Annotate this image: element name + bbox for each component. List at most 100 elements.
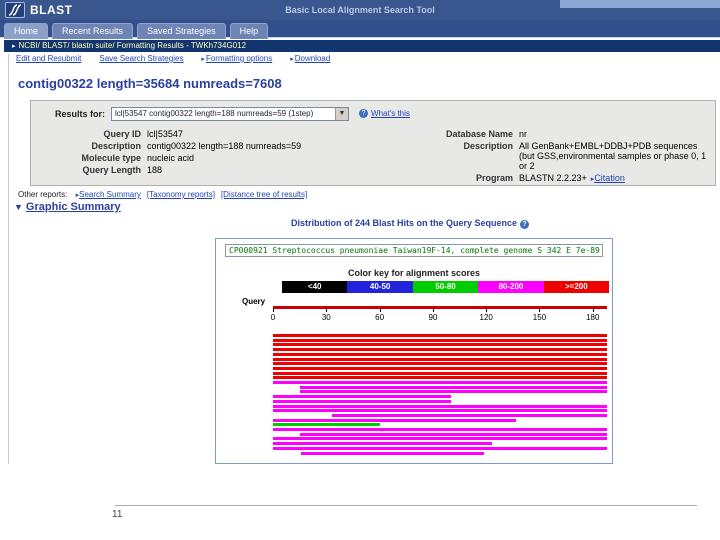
alignment-hit-bar[interactable] [273,371,607,375]
axis-tick-label: 120 [479,313,493,322]
field-value: lcl|53547 [147,129,183,139]
results-for-selected-value: lcl|53547 contig00322 length=188 numread… [115,109,314,118]
alignment-hit-bar[interactable] [273,399,451,403]
hit-readout-box[interactable]: CP000921 Streptococcus pneumoniae Taiwan… [225,244,603,257]
field-value: nr [519,129,528,139]
database-fields: Database Name nr Description All GenBank+EM… [427,129,715,187]
field-row: Molecule type nucleic acid [55,153,301,163]
tab-home[interactable]: Home [4,23,49,39]
field-row: Program BLASTN 2.2.23+ ▸Citation [427,173,715,185]
whats-this-link[interactable]: ? What's this [359,109,410,118]
alignment-graphic: CP000921 Streptococcus pneumoniae Taiwan… [215,238,613,464]
breadcrumb: ▸ NCBI/ BLAST/ blastn suite/ Formatting R… [4,40,720,52]
alignment-hit-bar[interactable] [273,376,607,380]
alignment-hit-bar[interactable] [273,381,607,384]
report-link-distance-tree-of-results[interactable]: [Distance tree of results] [221,190,307,199]
alignment-hit-bar[interactable] [273,334,607,337]
axis-tick-label: 180 [586,313,600,322]
axis-tick-label: 30 [321,313,331,322]
alignment-hit-bar[interactable] [273,352,607,356]
toolbar-link-download[interactable]: ▸Download [290,54,330,63]
alignment-hit-bar[interactable] [273,338,607,342]
alignment-hit-bar[interactable] [273,404,607,408]
color-key-segment: 80-200 [478,281,544,293]
alignment-hit-bar[interactable] [273,418,517,422]
field-row: Query Length 188 [55,165,301,175]
slide-page-number: 11 [112,509,123,520]
axis-tick-label: 60 [375,313,385,322]
arrow-icon: ▸ [201,56,205,63]
alignment-hit-bar[interactable] [301,451,485,455]
alignment-hit-bar[interactable] [273,343,607,347]
results-for-select[interactable]: lcl|53547 contig00322 length=188 numread… [111,106,350,121]
color-key-bar: <40 40-50 50-80 80-200 >=200 [282,281,610,293]
alignment-hit-bar[interactable] [273,395,451,399]
query-ruler [273,306,607,309]
help-icon: ? [359,109,369,118]
toolbar-link-edit-and-resubmit[interactable]: Edit and Resubmit [16,54,81,63]
field-label: Description [91,141,141,151]
report-link-label: [Taxonomy reports] [146,190,215,199]
alignment-hit-bar[interactable] [299,432,607,436]
color-key-segment: 40-50 [347,281,413,293]
report-link-taxonomy-reports[interactable]: [Taxonomy reports] [147,190,215,199]
results-toolbar: Edit and Resubmit Save Search Strategies ▸… [16,54,348,66]
report-link-search-summary[interactable]: ▸Search Summary [76,190,141,199]
graphic-summary-header[interactable]: ▼ Graphic Summary [14,201,121,213]
alignment-hit-bar[interactable] [331,413,607,417]
axis-tick [539,309,541,312]
alignment-hit-bar[interactable] [273,428,607,431]
citation-link-label: Citation [594,173,625,183]
tab-saved-strategies[interactable]: Saved Strategies [137,23,226,39]
axis-tick [592,309,594,312]
alignment-hit-bar[interactable] [273,423,380,427]
alignment-hit-bar[interactable] [273,446,607,450]
field-row: Database Name nr [427,129,715,139]
other-reports-row: Other reports: ▸Search Summary [Taxonomy … [18,190,307,199]
alignment-hit-bar[interactable] [273,437,607,441]
field-row: Description contig00322 length=188 numrea… [55,141,301,151]
page-left-rule [8,54,9,464]
field-row: Query ID lcl|53547 [55,129,301,139]
footer-divider [115,505,697,506]
tab-bar: Home Recent Results Saved Strategies Help [0,20,720,39]
header-subtitle: Basic Local Alignment Search Tool [285,5,435,15]
chevron-down-icon[interactable]: ▼ [335,107,349,120]
color-key-title: Color key for alignment scores [347,268,481,278]
alignment-hit-bar[interactable] [273,362,607,366]
alignment-hit-bar[interactable] [273,442,492,446]
alignment-hit-bar[interactable] [273,357,607,361]
citation-link[interactable]: ▸Citation [591,173,625,185]
tab-help[interactable]: Help [229,23,269,39]
toolbar-link-label: Save Search Strategies [99,54,184,63]
field-label: Database Name [445,129,513,139]
results-for-row: Results for: lcl|53547 contig00322 lengt… [55,106,410,121]
alignment-hit-bar[interactable] [273,409,607,413]
field-label: Program [475,173,513,183]
axis-tick-label: 150 [532,313,547,322]
tab-recent-results[interactable]: Recent Results [52,23,134,39]
toolbar-link-formatting-options[interactable]: ▸Formatting options [201,54,272,63]
axis-tick [379,309,381,312]
field-value: contig00322 length=188 numreads=59 [147,141,302,151]
field-row: Description All GenBank+EMBL+DDBJ+PDB seq… [427,141,715,171]
axis-tick [273,309,274,312]
alignment-hit-bar[interactable] [299,390,607,394]
toolbar-link-save-search-strategies[interactable]: Save Search Strategies [99,54,183,63]
axis-tick [486,309,488,312]
alignment-hit-bar[interactable] [273,366,607,370]
query-axis-label: Query [242,297,266,306]
color-key-segment: 50-80 [412,281,479,293]
arrow-icon: ▸ [290,56,294,63]
alignment-hit-bar[interactable] [299,385,607,389]
axis-tick-label: 0 [270,313,276,322]
slide: BLAST Basic Local Alignment Search Tool … [0,0,720,540]
header-bar: BLAST Basic Local Alignment Search Tool [0,0,720,20]
info-icon[interactable]: ? [520,220,530,229]
breadcrumb-text[interactable]: NCBI/ BLAST/ blastn suite/ Formatting Re… [19,41,247,50]
field-value: 188 [147,165,163,175]
toolbar-link-label: Formatting options [205,54,273,63]
alignment-hit-bar[interactable] [273,348,607,352]
breadcrumb-arrow-icon: ▸ [12,43,16,50]
query-fields: Query ID lcl|53547 Description contig00322 … [55,129,301,177]
